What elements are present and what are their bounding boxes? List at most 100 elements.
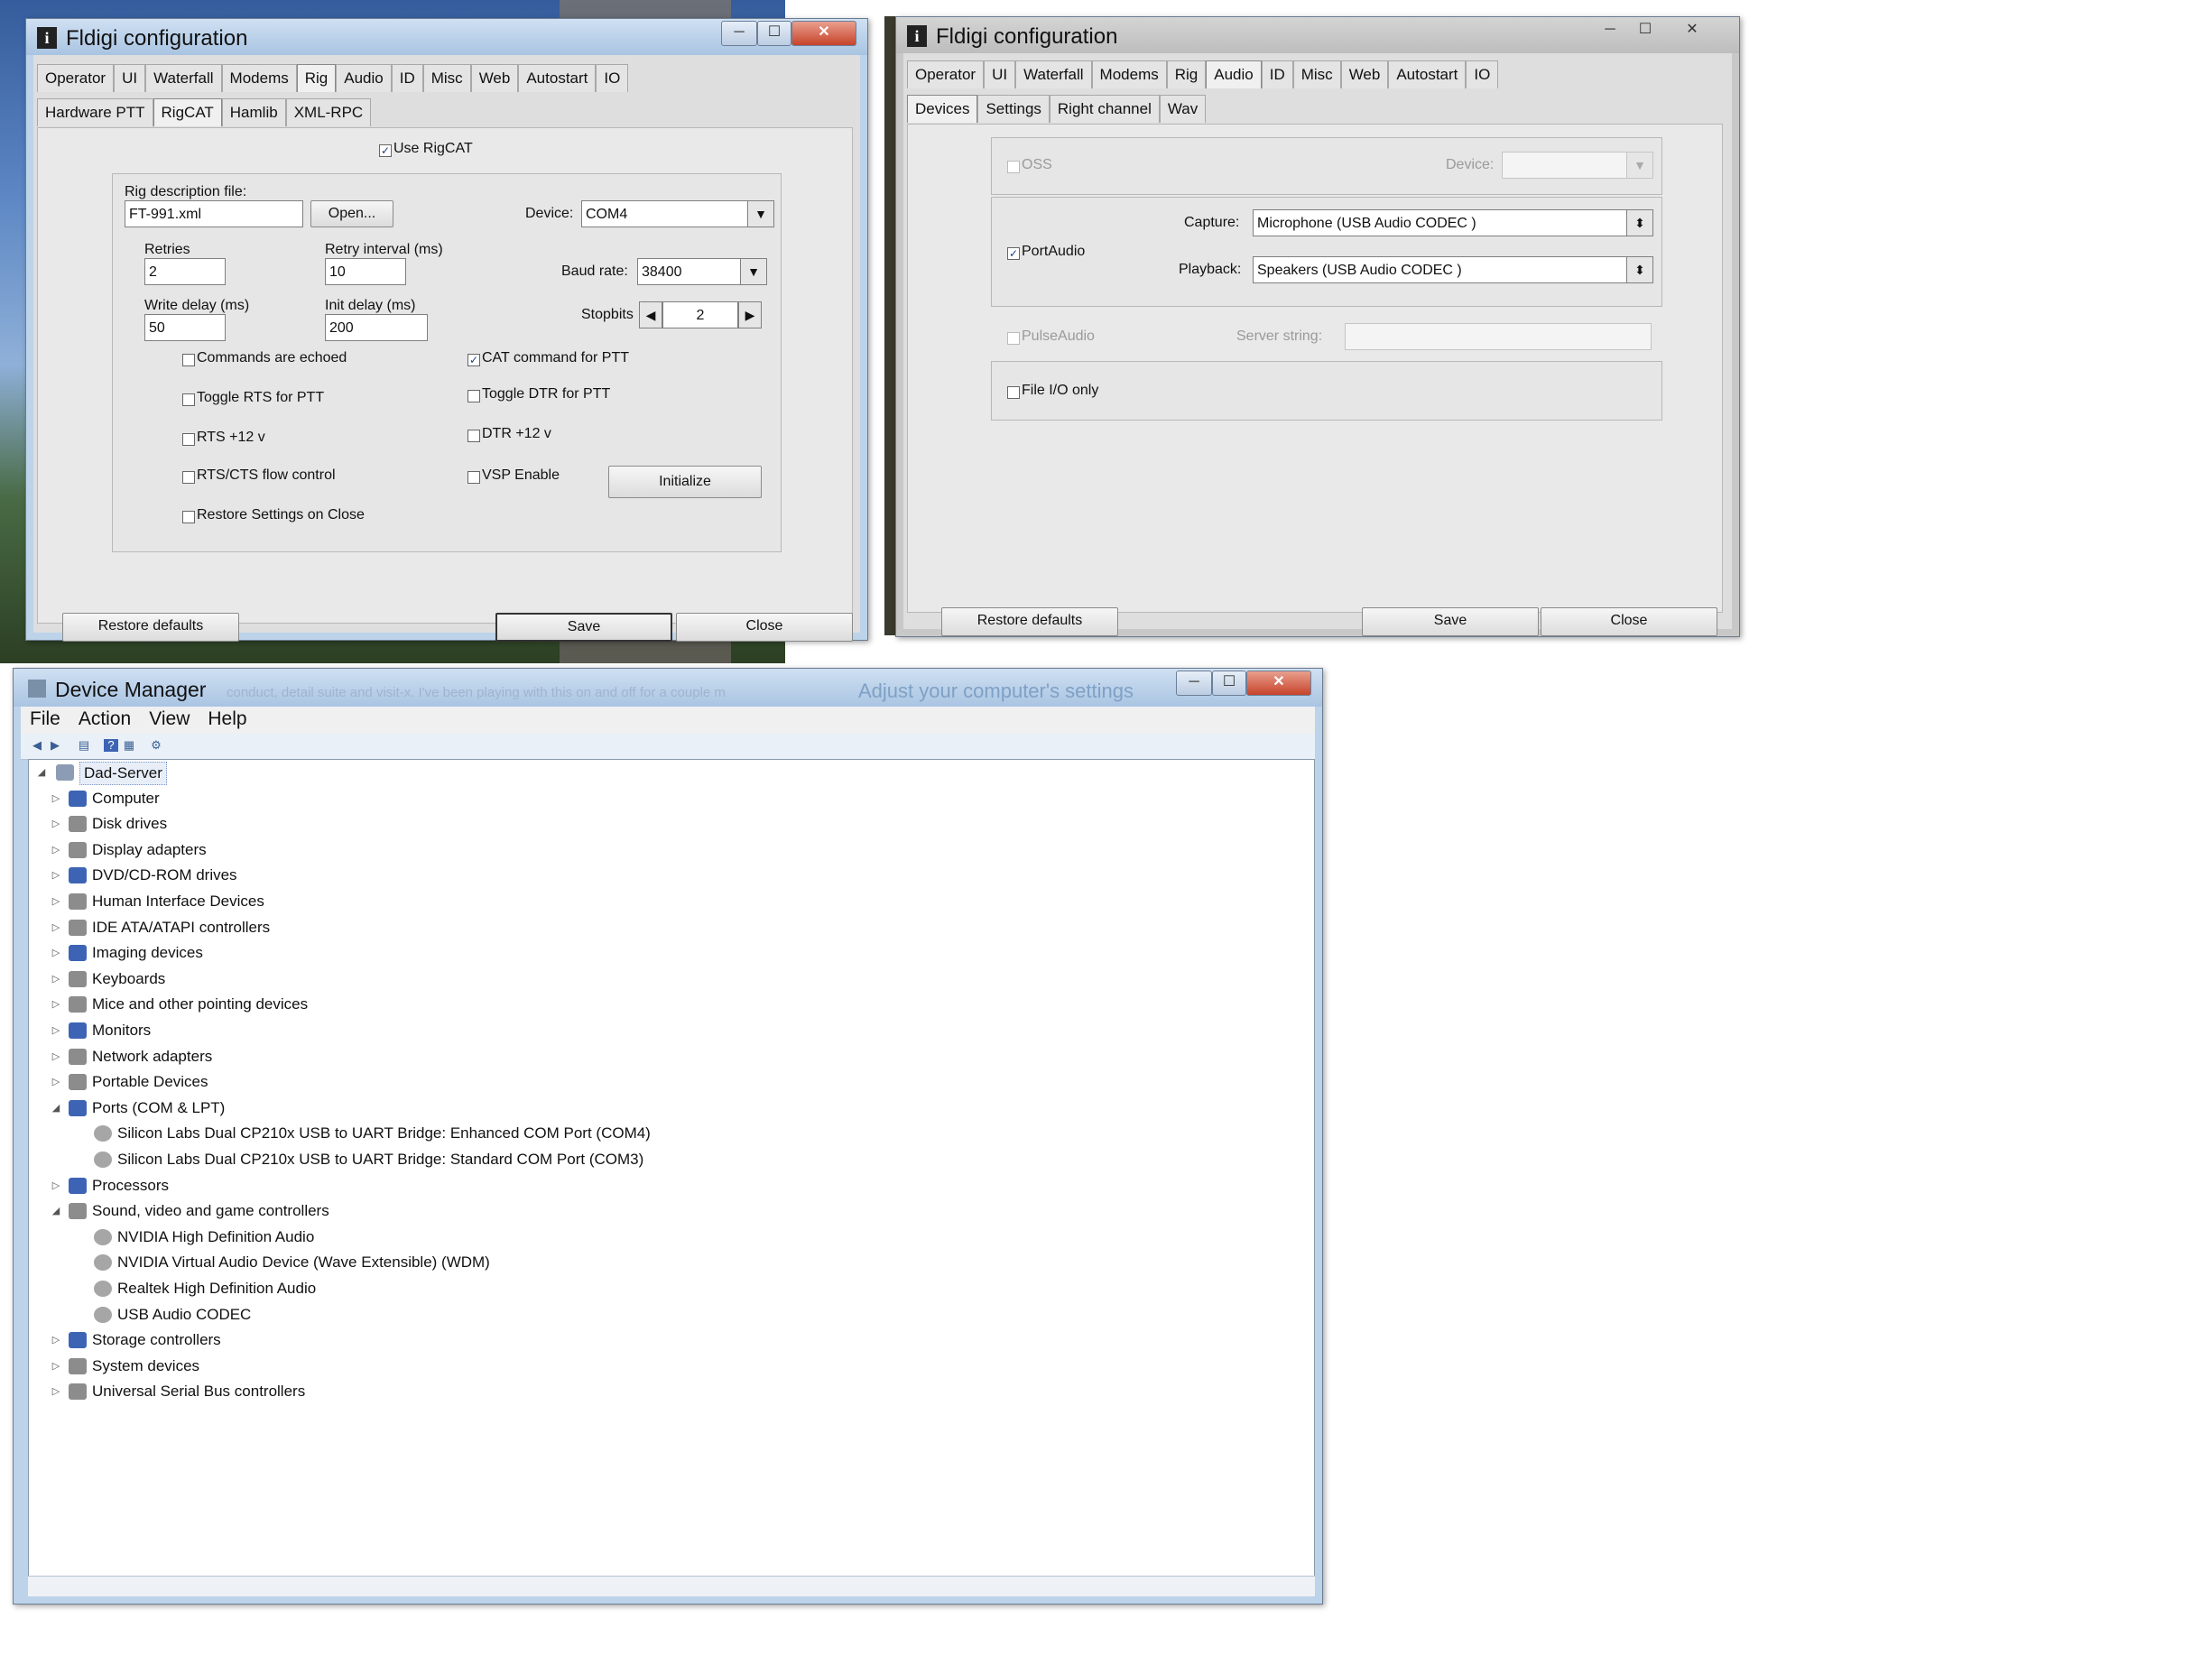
playback-select[interactable]: Speakers (USB Audio CODEC ): [1253, 256, 1628, 283]
tree-category[interactable]: DVD/CD-ROM drives: [92, 865, 237, 886]
tree-category[interactable]: Storage controllers: [92, 1329, 221, 1351]
subtab-devices[interactable]: Devices: [907, 95, 978, 123]
tree-category[interactable]: Sound, video and game controllers: [92, 1200, 329, 1222]
tree-category[interactable]: Monitors: [92, 1020, 151, 1041]
stopbits-increment-icon[interactable]: ▶: [738, 301, 762, 328]
tab-misc[interactable]: Misc: [1292, 60, 1341, 88]
capture-select[interactable]: Microphone (USB Audio CODEC ): [1253, 209, 1628, 236]
retries-field[interactable]: 2: [144, 258, 226, 285]
tree-device[interactable]: Silicon Labs Dual CP210x USB to UART Bri…: [117, 1123, 651, 1144]
tab-id[interactable]: ID: [391, 64, 423, 92]
tab-operator[interactable]: Operator: [907, 60, 985, 88]
restore-defaults-button[interactable]: Restore defaults: [941, 607, 1118, 636]
maximize-button[interactable]: ☐: [757, 21, 791, 46]
tree-category[interactable]: Processors: [92, 1175, 169, 1197]
tree-expand-icon[interactable]: ▷: [51, 994, 61, 1015]
tab-autostart[interactable]: Autostart: [1388, 60, 1467, 88]
device-dropdown-arrow-icon[interactable]: ▼: [747, 200, 774, 227]
tree-expand-icon[interactable]: ▷: [51, 865, 61, 886]
pulseaudio-checkbox[interactable]: [1007, 332, 1020, 345]
dtr12-checkbox[interactable]: [467, 430, 480, 442]
subtab-wav[interactable]: Wav: [1159, 95, 1207, 123]
stopbits-decrement-icon[interactable]: ◀: [639, 301, 662, 328]
minimize-button[interactable]: ─: [1593, 19, 1627, 42]
tree-expand-icon[interactable]: ▷: [51, 813, 61, 835]
back-icon[interactable]: ◀: [30, 739, 44, 752]
tab-rig[interactable]: Rig: [1166, 60, 1207, 88]
tree-category[interactable]: Portable Devices: [92, 1071, 208, 1093]
tab-web[interactable]: Web: [470, 64, 519, 92]
tree-category[interactable]: Human Interface Devices: [92, 891, 264, 912]
init-delay-field[interactable]: 200: [325, 314, 428, 341]
cat-ptt-checkbox[interactable]: ✓: [467, 354, 480, 366]
tab-rig[interactable]: Rig: [296, 64, 337, 92]
tab-modems[interactable]: Modems: [221, 64, 297, 92]
tree-expand-icon[interactable]: ▷: [51, 968, 61, 990]
subtab-rigcat[interactable]: RigCAT: [153, 98, 222, 126]
file-io-checkbox[interactable]: [1007, 386, 1020, 399]
maximize-button[interactable]: ☐: [1212, 671, 1246, 696]
tab-ui[interactable]: UI: [114, 64, 146, 92]
tab-autostart[interactable]: Autostart: [518, 64, 597, 92]
commands-echoed-checkbox[interactable]: [182, 354, 195, 366]
tab-web[interactable]: Web: [1340, 60, 1389, 88]
save-button[interactable]: Save: [1362, 607, 1539, 636]
close-window-button[interactable]: ✕: [1246, 671, 1311, 696]
help-icon[interactable]: ?: [104, 739, 118, 752]
subtab-xml-rpc[interactable]: XML-RPC: [285, 98, 372, 126]
tab-modems[interactable]: Modems: [1091, 60, 1167, 88]
close-window-button[interactable]: ✕: [791, 21, 856, 46]
subtab-hardware-ptt[interactable]: Hardware PTT: [37, 98, 153, 126]
save-button[interactable]: Save: [495, 613, 672, 642]
tree-collapse-icon[interactable]: ◢: [51, 1097, 61, 1119]
baud-dropdown-arrow-icon[interactable]: ▼: [740, 258, 767, 285]
toggle-dtr-checkbox[interactable]: [467, 390, 480, 402]
tree-expand-icon[interactable]: ▷: [51, 1355, 61, 1377]
stopbits-field[interactable]: 2: [662, 301, 738, 328]
close-button[interactable]: Close: [676, 613, 853, 642]
use-rigcat-checkbox[interactable]: ✓: [379, 144, 392, 157]
maximize-button[interactable]: ☐: [1629, 19, 1661, 42]
tab-operator[interactable]: Operator: [37, 64, 115, 92]
tree-collapse-icon[interactable]: ◢: [51, 1200, 61, 1222]
tree-device[interactable]: Realtek High Definition Audio: [117, 1278, 316, 1300]
tree-device[interactable]: Silicon Labs Dual CP210x USB to UART Bri…: [117, 1149, 643, 1170]
tab-io[interactable]: IO: [596, 64, 629, 92]
tab-audio[interactable]: Audio: [336, 64, 392, 92]
tab-waterfall[interactable]: Waterfall: [1015, 60, 1092, 88]
tree-device[interactable]: NVIDIA High Definition Audio: [117, 1226, 314, 1248]
tree-expand-icon[interactable]: ▷: [51, 839, 61, 861]
root-collapse-icon[interactable]: ◢: [36, 762, 47, 783]
tree-expand-icon[interactable]: ▷: [51, 1020, 61, 1041]
show-hide-console-tree-icon[interactable]: ▤: [77, 739, 91, 752]
device-select[interactable]: COM4: [581, 200, 749, 227]
tree-category[interactable]: Imaging devices: [92, 942, 203, 964]
tree-category[interactable]: Ports (COM & LPT): [92, 1097, 225, 1119]
close-window-button[interactable]: ✕: [1665, 19, 1719, 42]
toggle-rts-checkbox[interactable]: [182, 393, 195, 406]
tree-expand-icon[interactable]: ▷: [51, 942, 61, 964]
tab-ui[interactable]: UI: [984, 60, 1016, 88]
capture-spin-icon[interactable]: ⬍: [1626, 209, 1653, 236]
playback-spin-icon[interactable]: ⬍: [1626, 256, 1653, 283]
menu-help[interactable]: Help: [199, 707, 255, 734]
tree-expand-icon[interactable]: ▷: [51, 788, 61, 809]
minimize-button[interactable]: ─: [1176, 671, 1212, 696]
tab-id[interactable]: ID: [1261, 60, 1293, 88]
menu-action[interactable]: Action: [69, 707, 140, 734]
tree-expand-icon[interactable]: ▷: [51, 917, 61, 939]
retry-interval-field[interactable]: 10: [325, 258, 406, 285]
tree-device[interactable]: USB Audio CODEC: [117, 1304, 251, 1326]
tree-category[interactable]: Disk drives: [92, 813, 167, 835]
baud-rate-select[interactable]: 38400: [637, 258, 742, 285]
tree-expand-icon[interactable]: ▷: [51, 1381, 61, 1402]
tab-audio[interactable]: Audio: [1206, 60, 1262, 88]
subtab-hamlib[interactable]: Hamlib: [221, 98, 286, 126]
tree-expand-icon[interactable]: ▷: [51, 1175, 61, 1197]
tree-category[interactable]: Network adapters: [92, 1046, 212, 1068]
rig-description-field[interactable]: FT-991.xml: [125, 200, 303, 227]
portaudio-checkbox[interactable]: ✓: [1007, 247, 1020, 260]
subtab-settings[interactable]: Settings: [977, 95, 1050, 123]
restore-settings-checkbox[interactable]: [182, 511, 195, 523]
close-button[interactable]: Close: [1541, 607, 1717, 636]
